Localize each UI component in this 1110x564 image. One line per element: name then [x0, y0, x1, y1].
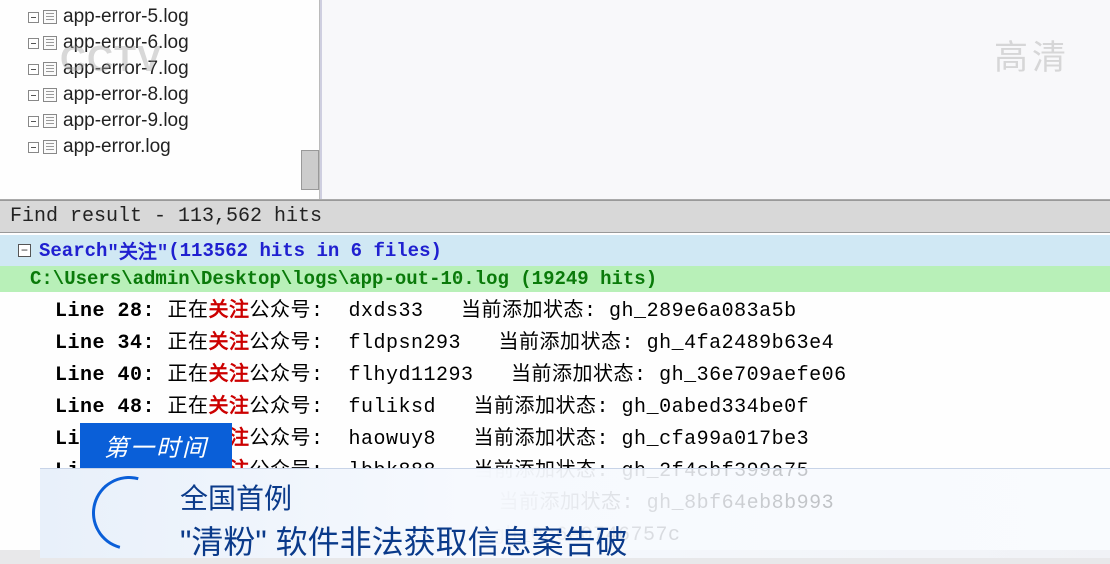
- tree-expand-icon[interactable]: [28, 142, 39, 153]
- top-panels: app-error-5.logapp-error-6.logapp-error-…: [0, 0, 1110, 200]
- line-number: Line 40:: [55, 364, 155, 387]
- file-tree-scrollbar[interactable]: [301, 150, 319, 190]
- editor-blank-panel: [320, 0, 1110, 199]
- highlight-term: 关注: [209, 300, 250, 323]
- tree-expand-icon[interactable]: [28, 90, 39, 101]
- result-line[interactable]: Line 28: 正在关注公众号: dxds33 当前添加状态: gh_289e…: [0, 292, 1110, 324]
- highlight-term: 关注: [209, 364, 250, 387]
- line-text-pre: 正在: [155, 332, 209, 355]
- banner-headline-2: "清粉" 软件非法获取信息案告破: [180, 517, 1110, 563]
- search-prefix: Search: [39, 240, 107, 262]
- line-number: Line 34:: [55, 332, 155, 355]
- highlight-term: 关注: [209, 332, 250, 355]
- file-icon: [43, 36, 57, 50]
- cctv-logo: CCTV: [60, 38, 162, 80]
- file-icon: [43, 10, 57, 24]
- search-summary-row[interactable]: − Search "关注" (113562 hits in 6 files): [0, 235, 1110, 266]
- tree-expand-icon[interactable]: [28, 64, 39, 75]
- file-icon: [43, 140, 57, 154]
- file-name-label: app-error-8.log: [63, 84, 189, 106]
- line-text-pre: 正在: [155, 396, 209, 419]
- line-text-pre: 正在: [155, 364, 209, 387]
- result-line[interactable]: Line 48: 正在关注公众号: fuliksd 当前添加状态: gh_0ab…: [0, 388, 1110, 420]
- file-icon: [43, 114, 57, 128]
- line-number: Line 48:: [55, 396, 155, 419]
- file-tree-item[interactable]: app-error.log: [8, 134, 311, 160]
- line-text-post: 公众号: fuliksd 当前添加状态: gh_0abed334be0f: [250, 396, 810, 419]
- banner-headline-1: 全国首例: [180, 477, 1110, 517]
- tree-expand-icon[interactable]: [28, 38, 39, 49]
- line-text-post: 公众号: fldpsn293 当前添加状态: gh_4fa2489b63e4: [250, 332, 835, 355]
- file-tree-panel[interactable]: app-error-5.logapp-error-6.logapp-error-…: [0, 0, 320, 199]
- collapse-icon[interactable]: −: [18, 244, 31, 257]
- banner-main: 全国首例 "清粉" 软件非法获取信息案告破: [40, 468, 1110, 558]
- file-tree-item[interactable]: app-error-9.log: [8, 108, 311, 134]
- file-name-label: app-error-5.log: [63, 6, 189, 28]
- banner-program-tag: 第一时间: [80, 423, 232, 468]
- tree-expand-icon[interactable]: [28, 116, 39, 127]
- tree-expand-icon[interactable]: [28, 12, 39, 23]
- line-text-pre: 正在: [155, 300, 209, 323]
- result-line[interactable]: Line 34: 正在关注公众号: fldpsn293 当前添加状态: gh_4…: [0, 324, 1110, 356]
- search-term: "关注": [107, 237, 168, 264]
- file-name-label: app-error.log: [63, 136, 171, 158]
- line-text-post: 公众号: dxds33 当前添加状态: gh_289e6a083a5b: [250, 300, 797, 323]
- banner-swirl-icon: [78, 462, 179, 563]
- file-tree-item[interactable]: app-error-8.log: [8, 82, 311, 108]
- result-line[interactable]: Line 40: 正在关注公众号: flhyd11293 当前添加状态: gh_…: [0, 356, 1110, 388]
- file-tree-item[interactable]: app-error-5.log: [8, 4, 311, 30]
- find-result-header: Find result - 113,562 hits: [0, 200, 1110, 233]
- line-number: Line 28:: [55, 300, 155, 323]
- news-banner: 第一时间 全国首例 "清粉" 软件非法获取信息案告破: [0, 443, 1110, 558]
- hd-watermark: 高清: [994, 30, 1070, 79]
- find-result-label: Find result - 113,562 hits: [10, 205, 322, 228]
- line-text-post: 公众号: flhyd11293 当前添加状态: gh_36e709aefe06: [250, 364, 847, 387]
- file-icon: [43, 62, 57, 76]
- file-name-label: app-error-9.log: [63, 110, 189, 132]
- highlight-term: 关注: [209, 396, 250, 419]
- result-file-path[interactable]: C:\Users\admin\Desktop\logs\app-out-10.l…: [0, 266, 1110, 292]
- search-summary: (113562 hits in 6 files): [168, 240, 442, 262]
- file-icon: [43, 88, 57, 102]
